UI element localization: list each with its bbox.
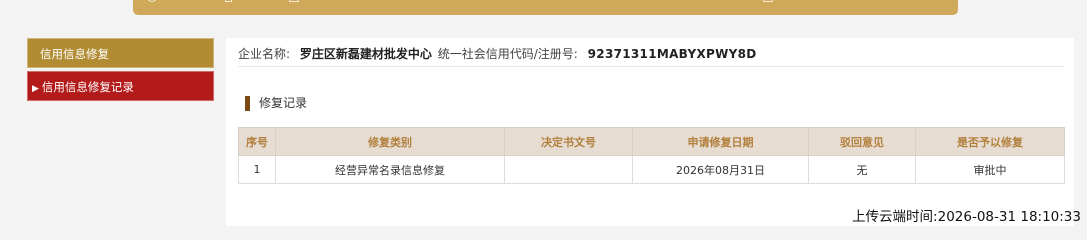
sidebar-item-credit-repair[interactable]: 信用信息修复 [27, 38, 214, 68]
nav-icon-2 [225, 0, 232, 2]
column-header-rejection: 驳回意见 [808, 127, 916, 156]
repair-records-table: 序号 修复类别 决定书文号 申请修复日期 驳回意见 是否予以修复 1 经营异常名… [238, 127, 1065, 184]
company-name: 罗庄区新磊建材批发中心 [299, 47, 432, 61]
column-header-repair-status: 是否予以修复 [915, 127, 1065, 156]
nav-icon-4 [763, 0, 773, 2]
sidebar-item-repair-records[interactable]: ▶ 信用信息修复记录 [27, 71, 214, 101]
nav-icon-1 [147, 0, 157, 2]
sidebar: 信用信息修复 ▶ 信用信息修复记录 [27, 38, 214, 101]
section-title: 修复记录 [245, 96, 307, 111]
column-header-index: 序号 [238, 127, 276, 156]
sidebar-item-label: 信用信息修复 [40, 47, 109, 61]
upload-time: 上传云端时间:2026-08-31 18:10:33 [852, 205, 1081, 225]
main-content: 企业名称: 罗庄区新磊建材批发中心 统一社会信用代码/注册号: 92371311… [226, 38, 1074, 226]
column-header-repair-type: 修复类别 [275, 127, 505, 156]
divider [238, 66, 1064, 67]
cell-apply-date: 2026年08月31日 [632, 155, 809, 184]
cell-repair-status: 审批中 [915, 155, 1065, 184]
column-header-apply-date: 申请修复日期 [632, 127, 809, 156]
upload-time-label: 上传云端时间: [852, 209, 938, 225]
cell-decision-no [504, 155, 633, 184]
nav-icon-3 [289, 0, 299, 2]
cell-index: 1 [238, 155, 276, 184]
sidebar-item-label: 信用信息修复记录 [41, 80, 134, 94]
credit-code-label: 统一社会信用代码/注册号: [437, 47, 578, 61]
upload-time-value: 2026-08-31 18:10:33 [937, 209, 1081, 225]
company-info: 企业名称: 罗庄区新磊建材批发中心 统一社会信用代码/注册号: 92371311… [238, 45, 757, 62]
cell-repair-type: 经营异常名录信息修复 [275, 155, 505, 184]
cell-rejection: 无 [808, 155, 916, 184]
top-nav-bar [133, 0, 958, 15]
column-header-decision-no: 决定书文号 [504, 127, 633, 156]
company-name-label: 企业名称: [238, 47, 291, 61]
table-header-row: 序号 修复类别 决定书文号 申请修复日期 驳回意见 是否予以修复 [238, 127, 1065, 156]
table-row: 1 经营异常名录信息修复 2026年08月31日 无 审批中 [238, 155, 1065, 184]
credit-code: 92371311MABYXPWY8D [587, 47, 757, 61]
caret-right-icon: ▶ [32, 84, 39, 94]
